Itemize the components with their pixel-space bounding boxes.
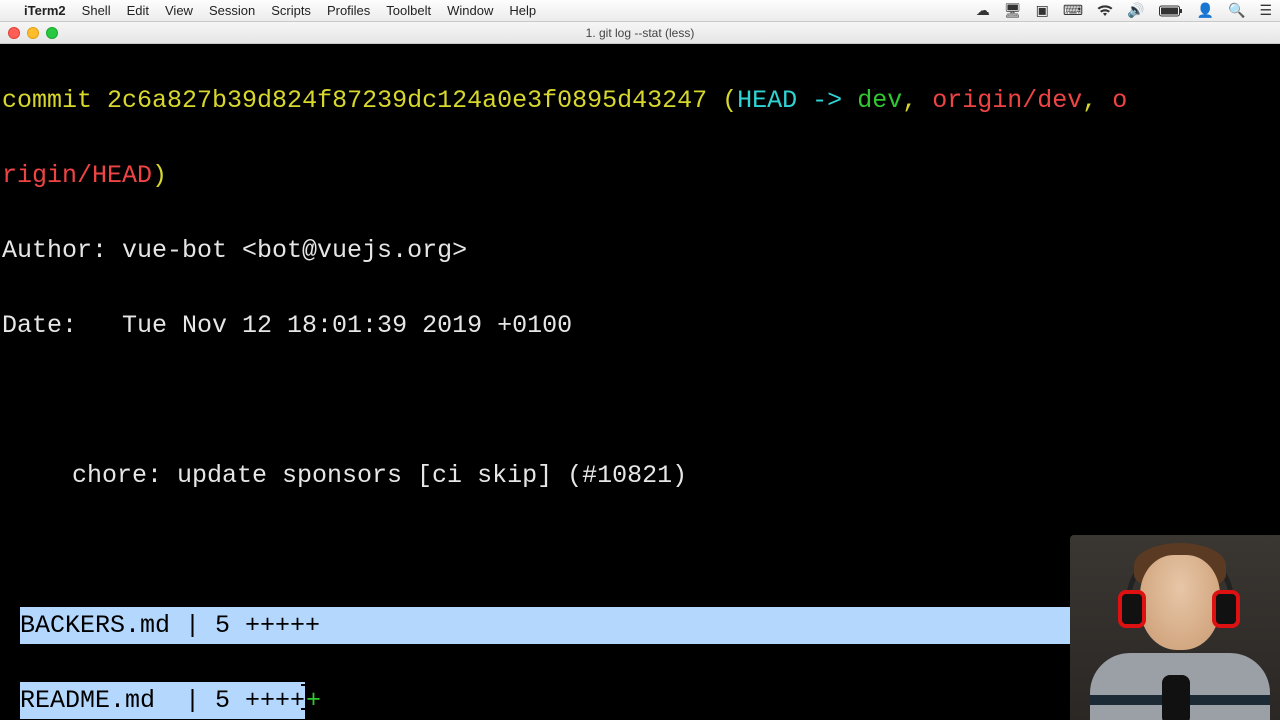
spotlight-icon[interactable]: 🔍: [1228, 2, 1245, 19]
menubar-item-scripts[interactable]: Scripts: [271, 3, 311, 18]
headphone-right-icon: [1212, 590, 1240, 628]
commit-message-1: chore: update sponsors [ci skip] (#10821…: [2, 457, 1278, 495]
terminal-viewport[interactable]: commit 2c6a827b39d824f87239dc124a0e3f089…: [0, 44, 1280, 720]
keyboard-icon[interactable]: ⌨︎: [1063, 2, 1083, 19]
author-line-1: Author: vue-bot <bot@vuejs.org>: [2, 232, 1278, 270]
webcam-overlay: [1070, 535, 1280, 720]
window-zoom-button[interactable]: [46, 27, 58, 39]
menubar-item-help[interactable]: Help: [509, 3, 536, 18]
blank-line: [2, 382, 1278, 420]
refs-close: ): [152, 161, 167, 190]
window-traffic-lights: [8, 27, 58, 39]
commit-label: commit: [2, 86, 107, 115]
ref-sep-1: ,: [902, 86, 932, 115]
window-minimize-button[interactable]: [27, 27, 39, 39]
control-center-icon[interactable]: ☰: [1259, 2, 1272, 19]
window-title: 1. git log --stat (less): [586, 26, 695, 40]
text-cursor-ibeam-icon: [305, 682, 306, 712]
user-icon[interactable]: 👤: [1197, 2, 1214, 19]
head-label: HEAD ->: [737, 86, 857, 115]
webcam-person-face: [1140, 555, 1220, 650]
stat-line-readme-selected: README.md | 5 ++++: [20, 682, 305, 720]
menubar-item-shell[interactable]: Shell: [82, 3, 111, 18]
commit-message-1-text: chore: update sponsors [ci skip] (#10821…: [2, 457, 687, 495]
menubar-item-session[interactable]: Session: [209, 3, 255, 18]
menubar-status-area: ☁︎ 🖥 ▣ ⌨︎ 🔊 👤 🔍 ☰: [976, 2, 1272, 19]
microphone-icon: [1162, 675, 1190, 720]
menubar-item-toolbelt[interactable]: Toolbelt: [386, 3, 431, 18]
window-close-button[interactable]: [8, 27, 20, 39]
remote-ref-2a: o: [1112, 86, 1127, 115]
menubar-app-name[interactable]: iTerm2: [24, 3, 66, 18]
screen-mirror-icon[interactable]: ▣: [1036, 2, 1049, 19]
headphone-left-icon: [1118, 590, 1146, 628]
menubar-item-edit[interactable]: Edit: [127, 3, 149, 18]
commit-line-1-wrap: rigin/HEAD): [2, 157, 1278, 195]
volume-icon[interactable]: 🔊: [1127, 2, 1144, 19]
branch-name: dev: [857, 86, 902, 115]
ref-sep-2: ,: [1082, 86, 1112, 115]
commit-line-1: commit 2c6a827b39d824f87239dc124a0e3f089…: [2, 82, 1278, 120]
refs-open: (: [707, 86, 737, 115]
menubar-item-profiles[interactable]: Profiles: [327, 3, 370, 18]
date-line-1: Date: Tue Nov 12 18:01:39 2019 +0100: [2, 307, 1278, 345]
wifi-icon[interactable]: [1097, 5, 1113, 17]
battery-icon[interactable]: [1159, 5, 1183, 17]
display-icon[interactable]: 🖥: [1004, 2, 1022, 19]
menubar-left: iTerm2 Shell Edit View Session Scripts P…: [8, 3, 536, 18]
cloud-icon[interactable]: ☁︎: [976, 2, 990, 19]
macos-menubar: iTerm2 Shell Edit View Session Scripts P…: [0, 0, 1280, 22]
remote-ref-1: origin/dev: [932, 86, 1082, 115]
window-titlebar: 1. git log --stat (less): [0, 22, 1280, 44]
remote-ref-2b: rigin/HEAD: [2, 161, 152, 190]
menubar-item-window[interactable]: Window: [447, 3, 493, 18]
commit-hash: 2c6a827b39d824f87239dc124a0e3f0895d43247: [107, 86, 707, 115]
menubar-item-view[interactable]: View: [165, 3, 193, 18]
